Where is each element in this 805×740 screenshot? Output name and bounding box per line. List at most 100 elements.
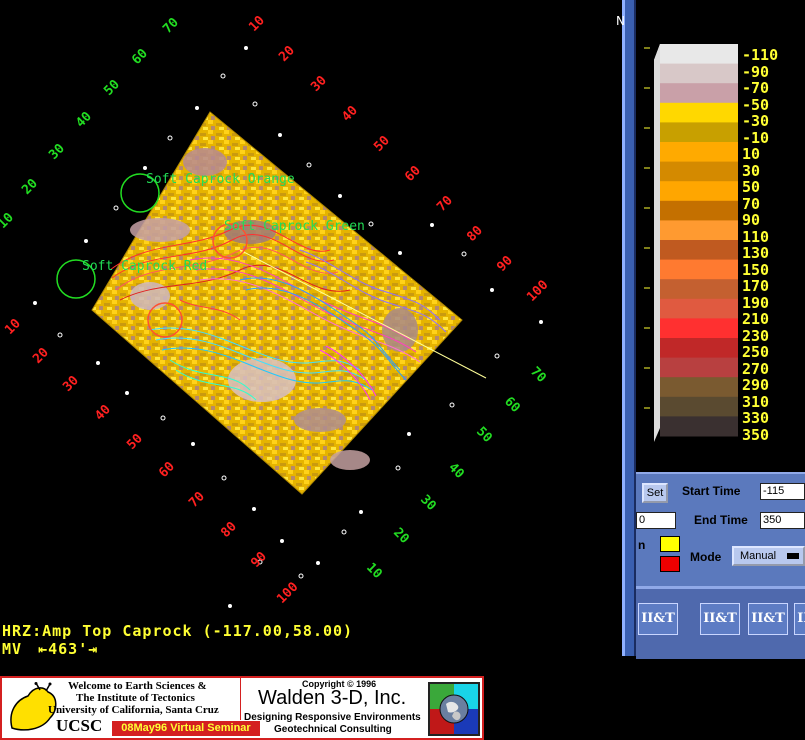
colorbar-band — [660, 416, 738, 437]
colorbar-band — [660, 142, 738, 163]
colorbar-band — [660, 63, 738, 84]
tick-label: 30 — [308, 73, 330, 95]
tick-label: 70 — [186, 489, 208, 511]
end-time-field[interactable]: 350 — [760, 512, 805, 529]
color-swatch-bottom[interactable] — [660, 556, 680, 572]
colorbar-label: 50 — [742, 178, 761, 196]
colorbar-label: 290 — [742, 376, 770, 394]
colorbar-band — [660, 396, 738, 417]
colorbar-band — [660, 357, 738, 378]
colorbar-label: 310 — [742, 392, 770, 411]
iit-logo: II&T — [700, 603, 740, 635]
colorbar-label: 150 — [742, 260, 770, 279]
tick-label: 50 — [124, 431, 146, 453]
banner-divider — [240, 678, 241, 720]
mv-prefix: MV — [2, 640, 23, 658]
colorbar-label: 330 — [742, 409, 770, 427]
tick-label: 100 — [274, 579, 301, 606]
tick-label: 50 — [371, 133, 393, 155]
colorbar-label: -50 — [742, 95, 770, 114]
colorbar-band — [660, 240, 738, 261]
mv-status-line: MV ⇤463'⇥ — [2, 640, 98, 658]
tick-label: 60 — [402, 163, 424, 185]
tick-label: 10 — [363, 560, 385, 582]
tick-label: 40 — [92, 402, 114, 424]
colorbar-label: 270 — [742, 359, 770, 378]
colorbar-label: -90 — [742, 62, 770, 81]
seismic-map-canvas[interactable]: Soft Caprock Orange Soft Caprock Green S… — [0, 0, 622, 660]
colorbar-band — [660, 181, 738, 202]
colorbar-band — [660, 279, 738, 300]
colorbar-label: -110 — [742, 46, 779, 64]
iit-logo: II&T — [748, 603, 788, 635]
color-swatch-top[interactable] — [660, 536, 680, 552]
tick-label: 80 — [464, 223, 486, 245]
tagline-1: Designing Responsive Environments — [244, 712, 421, 723]
colorbar-label: 30 — [742, 161, 761, 180]
tick-label: 20 — [19, 176, 41, 198]
tick-label: 60 — [129, 46, 151, 68]
colorbar-label: 190 — [742, 293, 770, 312]
tick-label: 30 — [417, 492, 439, 514]
colorbar-band — [660, 161, 738, 182]
tick-label: 80 — [218, 519, 240, 541]
tick-label: 100 — [524, 277, 551, 304]
mode-label: Mode — [690, 550, 722, 564]
mode-value: Manual — [740, 550, 777, 562]
start-time-field[interactable]: -115 — [760, 483, 805, 500]
colorbar-band — [660, 44, 738, 65]
colorbar-label: 170 — [742, 277, 770, 295]
tagline-2: Geotechnical Consulting — [274, 724, 392, 735]
tick-label: 20 — [30, 345, 52, 367]
welcome-line-3: University of California, Santa Cruz — [48, 704, 219, 716]
colorbar-label: 350 — [742, 425, 770, 444]
panel-scroll-border[interactable] — [622, 0, 636, 656]
tick-label: 70 — [160, 15, 182, 37]
tick-label: 90 — [248, 549, 270, 571]
tick-label: 10 — [0, 210, 17, 232]
mv-left-arrow-icon: ⇤ — [38, 640, 49, 658]
left-time-field[interactable]: 0 — [636, 512, 676, 529]
mv-value: 463' — [48, 640, 89, 658]
colorbar-band — [660, 259, 738, 280]
welcome-line-2: The Institute of Tectonics — [76, 692, 195, 704]
tick-label: 10 — [246, 13, 268, 35]
end-time-label: End Time — [694, 513, 748, 527]
horizon-status-line: HRZ:Amp Top Caprock (-117.00,58.00) — [2, 622, 354, 640]
seismic-viewport[interactable]: Soft Caprock Orange Soft Caprock Green S… — [0, 0, 622, 660]
n-label: n — [638, 538, 646, 552]
tick-label: 90 — [494, 253, 516, 275]
tick-label: 60 — [501, 394, 523, 416]
colorbar-band — [660, 318, 738, 339]
company-name: Walden 3-D, Inc. — [258, 687, 407, 709]
start-time-label: Start Time — [682, 484, 741, 498]
colorbar-band — [660, 83, 738, 104]
dropdown-icon — [787, 553, 799, 559]
seminar-banner: Welcome to Earth Sciences & The Institut… — [0, 676, 484, 740]
tick-label: 20 — [276, 43, 298, 65]
colorbar-band — [660, 338, 738, 359]
tick-label: 40 — [445, 460, 467, 482]
tick-label: 40 — [73, 109, 95, 131]
colorbar-band — [660, 220, 738, 241]
tick-label: 70 — [434, 193, 456, 215]
tick-label: 50 — [101, 77, 123, 99]
grid-labels-left-green: 70 60 50 40 30 20 10 — [0, 15, 182, 232]
colorbar-band — [660, 298, 738, 319]
set-button[interactable]: Set — [642, 483, 668, 503]
colorbar-label: -30 — [742, 112, 770, 130]
colorbar-label: 230 — [742, 326, 770, 345]
colorbar-label: 210 — [742, 310, 770, 328]
colorbar-labels: -110 -90 -70 -50 -30 -10 10 30 50 70 90 … — [742, 46, 805, 446]
colorbar-label: 250 — [742, 343, 770, 361]
colorbar-label: 110 — [742, 227, 770, 246]
tick-label: 30 — [46, 141, 68, 163]
welcome-line-1: Welcome to Earth Sciences & — [68, 680, 207, 692]
colorbar-band — [660, 102, 738, 123]
mode-dropdown[interactable]: Manual — [732, 546, 805, 566]
seminar-date-badge: 08May96 Virtual Seminar — [112, 721, 260, 736]
walden-globe-logo — [428, 682, 480, 736]
tick-label: 30 — [60, 373, 82, 395]
ucsc-wordmark: UCSC — [56, 716, 103, 735]
tick-label: 20 — [390, 525, 412, 547]
